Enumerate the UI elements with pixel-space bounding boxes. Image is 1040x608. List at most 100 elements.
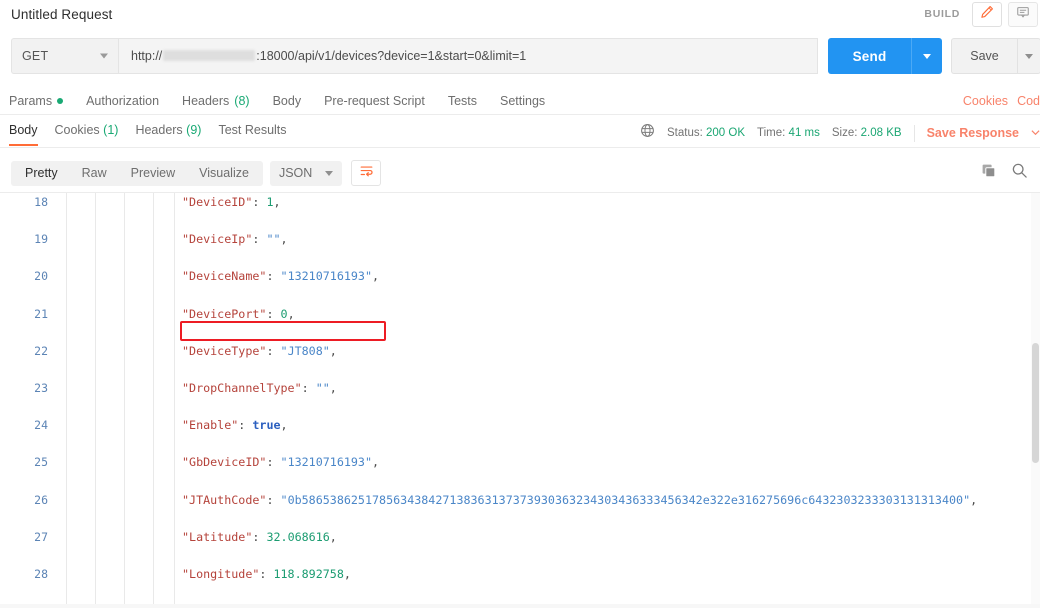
response-tab-test-results[interactable]: Test Results	[218, 123, 286, 144]
code-text: "GbDeviceID": "13210716193",	[182, 453, 379, 472]
save-button[interactable]: Save	[951, 38, 1017, 74]
tab-tests[interactable]: Tests	[448, 94, 477, 108]
line-number: 27	[0, 528, 48, 547]
response-tab-cookies[interactable]: Cookies (1)	[55, 123, 119, 144]
view-raw[interactable]: Raw	[70, 161, 119, 186]
save-response-button[interactable]: Save Response	[927, 126, 1019, 140]
search-icon[interactable]	[1011, 162, 1028, 184]
tab-badge: (1)	[103, 123, 118, 137]
code-text: "DevicePort": 0,	[182, 305, 295, 324]
save-response-caret-icon[interactable]	[1031, 124, 1040, 142]
code-line: 26 "JTAuthCode": "0b586538625178563438427…	[0, 491, 1040, 510]
view-pretty[interactable]: Pretty	[13, 161, 70, 186]
tab-authorization[interactable]: Authorization	[86, 94, 159, 108]
method-selector[interactable]: GET	[11, 38, 118, 74]
line-number: 28	[0, 565, 48, 584]
code-text: "Longitude": 118.892758,	[182, 565, 351, 584]
chevron-down-icon	[1025, 54, 1033, 59]
url-input[interactable]: http://:18000/api/v1/devices?device=1&st…	[118, 38, 818, 74]
view-visualize[interactable]: Visualize	[187, 161, 261, 186]
send-group: Send	[828, 38, 942, 74]
code-line: 23 "DropChannelType": "",	[0, 379, 1040, 398]
line-number: 18	[0, 193, 48, 212]
code-text: "JTAuthCode": "0b58653862517856343842713…	[182, 491, 977, 510]
copy-icon[interactable]	[981, 163, 997, 184]
code-line: 21"DevicePort": 0,	[0, 305, 1040, 324]
response-body-code[interactable]: 18"DeviceID": 1,19"DeviceIp": "",20"Devi…	[0, 193, 1040, 608]
tab-label: Cookies	[55, 123, 100, 137]
code-text: "DeviceName": "13210716193",	[182, 267, 379, 286]
response-tab-headers[interactable]: Headers (9)	[135, 123, 201, 144]
code-text: "DropChannelType": "",	[182, 379, 337, 398]
save-dropdown-button[interactable]	[1017, 38, 1040, 74]
line-number: 24	[0, 416, 48, 435]
save-group: Save	[951, 38, 1040, 74]
size-text: Size: 2.08 KB	[832, 127, 902, 139]
tab-label: Settings	[500, 94, 545, 108]
page-title: Untitled Request	[0, 7, 112, 22]
code-line: 28 "Longitude": 118.892758,	[0, 565, 1040, 584]
response-tab-body[interactable]: Body	[9, 123, 38, 144]
postman-window: Untitled Request BUILD	[0, 0, 1040, 608]
tab-pre-request-script[interactable]: Pre-request Script	[324, 94, 425, 108]
request-tabs: Params Authorization Headers (8) Body Pr…	[0, 88, 1040, 114]
send-dropdown-button[interactable]	[911, 38, 942, 74]
time-text: Time: 41 ms	[757, 127, 820, 139]
request-tabs-links: Cookies Cod	[963, 94, 1040, 108]
tab-label: Headers	[135, 123, 182, 137]
divider	[0, 147, 1040, 148]
build-label: BUILD	[924, 8, 960, 20]
code-text: "Enable": true,	[182, 416, 288, 435]
status-text: Status: 200 OK	[667, 127, 745, 139]
cookies-link[interactable]: Cookies	[963, 94, 1008, 108]
body-toolbar: Pretty Raw Preview Visualize JSON	[0, 155, 1040, 191]
line-number: 25	[0, 453, 48, 472]
tab-body[interactable]: Body	[273, 94, 302, 108]
tab-label: Params	[9, 94, 52, 108]
wrap-text-button[interactable]	[351, 160, 381, 186]
tab-settings[interactable]: Settings	[500, 94, 545, 108]
view-mode-segmented: Pretty Raw Preview Visualize	[11, 161, 263, 186]
tab-badge: (9)	[186, 123, 201, 137]
url-bar: GET http://:18000/api/v1/devices?device=…	[11, 38, 1040, 74]
wrap-text-icon	[359, 164, 374, 183]
body-toolbar-actions	[981, 162, 1040, 184]
method-label: GET	[22, 49, 48, 63]
code-line: 25 "GbDeviceID": "13210716193",	[0, 453, 1040, 472]
vertical-scrollbar[interactable]	[1031, 193, 1040, 608]
code-line: 20"DeviceName": "13210716193",	[0, 267, 1040, 286]
url-text: http://:18000/api/v1/devices?device=1&st…	[131, 49, 526, 63]
line-number: 19	[0, 230, 48, 249]
code-line: 24 "Enable": true,	[0, 416, 1040, 435]
send-button[interactable]: Send	[828, 38, 911, 74]
time-value: 41 ms	[789, 127, 820, 139]
tab-label: Headers	[182, 94, 229, 108]
line-number: 22	[0, 342, 48, 361]
divider	[0, 114, 1040, 115]
size-value: 2.08 KB	[861, 127, 902, 139]
edit-button[interactable]	[972, 2, 1002, 27]
chevron-down-icon	[923, 54, 931, 59]
comment-icon	[1016, 5, 1030, 24]
code-text: "DeviceType": "JT808",	[182, 342, 337, 361]
tab-label: Tests	[448, 94, 477, 108]
tab-label: Body	[273, 94, 302, 108]
line-number: 26	[0, 491, 48, 510]
code-link[interactable]: Cod	[1017, 94, 1040, 108]
bottom-edge	[0, 604, 1040, 608]
code-text: "Latitude": 32.068616,	[182, 528, 337, 547]
comment-button[interactable]	[1008, 2, 1038, 27]
pencil-icon	[980, 5, 994, 24]
format-selector[interactable]: JSON	[270, 161, 342, 186]
code-lines: 18"DeviceID": 1,19"DeviceIp": "",20"Devi…	[0, 193, 1040, 608]
response-tabs: Body Cookies (1) Headers (9) Test Result…	[0, 119, 1040, 147]
redacted-host	[163, 50, 255, 61]
titlebar: Untitled Request BUILD	[0, 0, 1040, 28]
code-line: 18"DeviceID": 1,	[0, 193, 1040, 212]
code-line: 27 "Latitude": 32.068616,	[0, 528, 1040, 547]
tab-params[interactable]: Params	[9, 94, 63, 108]
tab-headers[interactable]: Headers (8)	[182, 94, 250, 108]
view-preview[interactable]: Preview	[119, 161, 187, 186]
line-number: 23	[0, 379, 48, 398]
scrollbar-thumb[interactable]	[1032, 343, 1039, 463]
